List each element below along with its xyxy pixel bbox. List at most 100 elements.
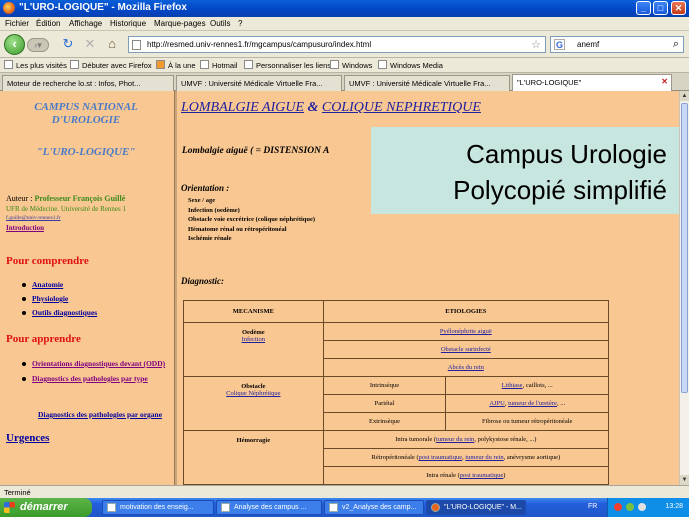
document-icon	[107, 503, 116, 512]
link-anatomie[interactable]: Anatomie	[22, 280, 97, 289]
task-analyse-1[interactable]: Analyse des campus ...	[216, 500, 322, 515]
link-orientations-diagnostiques[interactable]: Orientations diagnostiques devant (ODD)	[22, 359, 172, 369]
link-colique-nephretique[interactable]: Colique Néphrétique	[226, 390, 280, 397]
close-button[interactable]: ✕	[671, 1, 686, 15]
section-pour-apprendre: Pour apprendre	[6, 333, 81, 345]
heading-link-colique[interactable]: COLIQUE NEPHRETIQUE	[322, 100, 481, 115]
bookmark-windows[interactable]: Windows	[330, 60, 372, 70]
link-tumeur-rein[interactable]: tumeur du rein	[436, 436, 474, 443]
bookmarks-toolbar: Les plus visités Débuter avec Firefox À …	[0, 58, 689, 73]
search-icon[interactable]: ⌕	[673, 38, 679, 51]
cell-fibrose: Fibrose ou tumeur rétropéritonéale	[445, 412, 609, 431]
scroll-up-icon[interactable]: ▲	[680, 91, 689, 101]
introduction-link[interactable]: Introduction	[6, 224, 44, 232]
menu-edition[interactable]: Édition	[36, 19, 60, 28]
orientation-list: Sexe / age Infection (oedème) Obstacle v…	[188, 196, 315, 244]
tray-icon[interactable]	[626, 503, 634, 511]
bookmark-star-icon[interactable]: ☆	[531, 38, 541, 51]
link-post-traumatique[interactable]: post traumatique	[419, 454, 463, 461]
task-motivation[interactable]: motivation des enseig...	[102, 500, 214, 515]
tab-umvf-2[interactable]: UMVF : Université Médicale Virtuelle Fra…	[344, 75, 510, 91]
windows-logo-icon	[4, 502, 15, 513]
definition-text: Lombalgie aiguë ( = DISTENSION A	[182, 146, 330, 156]
search-bar[interactable]: G anemf ⌕	[550, 36, 684, 53]
author-email-link[interactable]: f.guille@univ-rennes1.fr	[6, 215, 61, 221]
link-tumeur-uretere[interactable]: tumeur de l'uretère	[508, 400, 557, 407]
table-row: Obstacle Colique Néphrétique Intrinsèque…	[183, 376, 609, 431]
overlay-line-2: Polycopié simplifié	[453, 175, 667, 205]
orientation-item: Ischémie rénale	[188, 235, 232, 242]
vertical-scrollbar[interactable]: ▲ ▼	[679, 91, 689, 485]
bookmark-windows-media[interactable]: Windows Media	[378, 60, 443, 70]
link-obstacle-surinfecte[interactable]: Obstacle surinfecté	[441, 346, 491, 353]
link-urgences[interactable]: Urgences	[6, 432, 49, 444]
search-query: anemf	[577, 40, 600, 49]
caption-overlay: Campus Urologie Polycopié simplifié	[371, 127, 679, 214]
table-row: Hémorragie Intra tumorale (tumeur du rei…	[183, 430, 610, 485]
navigation-toolbar: ‹ ›▾ ↻ ✕ ⌂ http://resmed.univ-rennes1.fr…	[0, 31, 689, 58]
start-button[interactable]: démarrer	[0, 498, 92, 517]
link-physiologie[interactable]: Physiologie	[22, 294, 97, 303]
link-abces-rein[interactable]: Abcès du rein	[448, 364, 484, 371]
maximize-button[interactable]: □	[653, 1, 668, 15]
url-bar[interactable]: http://resmed.univ-rennes1.fr/mgcampus/c…	[128, 36, 546, 53]
link-tumeur-rein-2[interactable]: tumeur du rein	[465, 454, 503, 461]
bookmark-getting-started[interactable]: Débuter avec Firefox	[70, 60, 152, 70]
bookmark-hotmail[interactable]: Hotmail	[200, 60, 237, 70]
menu-fichier[interactable]: Fichier	[5, 19, 29, 28]
minimize-button[interactable]: _	[636, 1, 651, 15]
menu-outils[interactable]: Outils	[210, 19, 230, 28]
link-diagnostics-par-organe[interactable]: Diagnostics des pathologies par organe	[38, 410, 163, 420]
tab-umvf-1[interactable]: UMVF : Université Médicale Virtuelle Fra…	[176, 75, 342, 91]
tray-icon[interactable]	[638, 503, 646, 511]
link-infection[interactable]: Infection	[242, 336, 265, 343]
page-heading: LOMBALGIE AIGUE & COLIQUE NEPHRETIQUE	[181, 100, 481, 115]
link-post-traumatique-2[interactable]: post traumatique	[460, 472, 504, 479]
stop-icon[interactable]: ✕	[82, 36, 98, 52]
link-pyelonephrite[interactable]: Pyélonéphrite aiguë	[440, 328, 492, 335]
clock: 13:28	[665, 503, 683, 510]
search-engine-icon[interactable]: G	[554, 39, 565, 50]
scroll-down-icon[interactable]: ▼	[680, 475, 689, 485]
bookmark-latest-headlines[interactable]: À la une	[156, 60, 196, 70]
link-ajpu[interactable]: AJPU	[489, 400, 505, 407]
link-diagnostics-par-type[interactable]: Diagnostics des pathologies par type	[22, 374, 172, 383]
task-firefox[interactable]: "L'URO-LOGIQUE" - M...	[426, 500, 526, 515]
menu-help[interactable]: ?	[238, 19, 242, 28]
bookmark-icon	[244, 60, 253, 69]
frame-divider[interactable]	[174, 91, 177, 485]
author-name: Professeur François Guillé	[34, 194, 126, 203]
tab-lost[interactable]: Moteur de recherche lo.st : Infos, Phot.…	[2, 75, 174, 91]
bookmark-icon	[70, 60, 79, 69]
orientation-item: Sexe / age	[188, 197, 216, 204]
reload-icon[interactable]: ↻	[60, 36, 76, 52]
tray-icon[interactable]	[614, 503, 622, 511]
bookmark-customize-links[interactable]: Personnaliser les liens	[244, 60, 331, 70]
document-icon	[329, 503, 338, 512]
status-text: Terminé	[4, 488, 31, 497]
heading-link-lombalgie[interactable]: LOMBALGIE AIGUE	[181, 100, 304, 115]
menu-marque-pages[interactable]: Marque-pages	[154, 19, 206, 28]
scrollbar-thumb[interactable]	[681, 103, 688, 393]
link-lithiase[interactable]: Lithiase	[502, 382, 523, 389]
tab-uro-logique[interactable]: "L'URO-LOGIQUE" ✕	[512, 74, 672, 91]
link-outils-diagnostiques[interactable]: Outils diagnostiques	[22, 308, 97, 317]
forward-button[interactable]: ›▾	[27, 38, 49, 52]
home-icon[interactable]: ⌂	[104, 36, 120, 52]
rss-icon	[156, 60, 165, 69]
ufr-line: UFR de Médecine. Université de Rennes 1	[6, 205, 126, 213]
overlay-line-1: Campus Urologie	[466, 139, 667, 169]
diagnostic-heading: Diagnostic:	[181, 276, 225, 286]
language-indicator[interactable]: FR	[588, 503, 597, 510]
orientation-item: Hématome rénal ou rétropéritonéal	[188, 225, 287, 233]
bookmark-most-visited[interactable]: Les plus visités	[4, 60, 67, 70]
menu-bar: Fichier Édition Affichage Historique Mar…	[0, 17, 689, 31]
back-button[interactable]: ‹	[4, 34, 25, 55]
task-analyse-2[interactable]: v2_Analyse des camp...	[324, 500, 424, 515]
window-title: "L'URO-LOGIQUE" - Mozilla Firefox	[19, 2, 187, 13]
cell-parietal: Pariétal	[322, 394, 447, 413]
menu-historique[interactable]: Historique	[110, 19, 146, 28]
menu-affichage[interactable]: Affichage	[69, 19, 102, 28]
document-icon	[221, 503, 230, 512]
tab-close-icon[interactable]: ✕	[661, 77, 668, 86]
